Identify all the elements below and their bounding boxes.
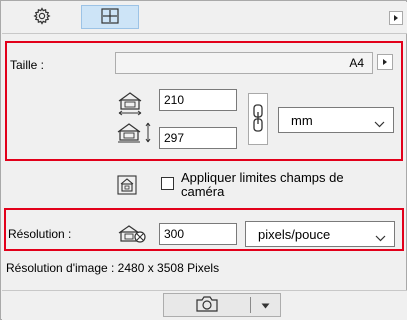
width-value: 210 [164,93,185,107]
capture-split-button [163,293,281,317]
tab-settings[interactable] [13,5,71,29]
resolution-input[interactable]: 300 [159,223,237,245]
gear-icon [33,6,51,28]
proportions-link-button[interactable] [248,93,268,145]
resolution-label: Résolution : [8,227,72,241]
triangle-down-icon [261,298,270,312]
image-resolution-info: Résolution d'image : 2480 x 3508 Pixels [6,261,220,275]
camera-limits-label: Appliquer limites champs de caméra [181,171,401,199]
resolution-icon [115,221,149,245]
size-unit-value: mm [291,112,313,128]
size-preset-menu-button[interactable] [377,54,393,70]
chain-link-icon [251,103,265,136]
capture-button[interactable] [164,294,250,316]
height-value: 297 [164,131,185,145]
chevron-down-icon [375,230,386,245]
export-settings-panel: Taille : A4 210 297 mm Appliquer limites… [0,0,407,320]
height-icon [115,118,155,146]
camera-icon [195,295,219,316]
resolution-unit-value: pixels/pouce [258,226,331,242]
height-input[interactable]: 297 [159,127,237,149]
size-label: Taille : [10,58,45,72]
resolution-value: 300 [164,227,185,241]
size-preset-value: A4 [349,56,364,70]
size-unit-select[interactable]: mm [278,107,394,133]
triangle-right-icon [381,55,389,69]
camera-limits-label-line2: caméra [181,184,225,199]
triangle-right-icon [392,11,400,25]
chevron-down-icon [374,116,385,131]
tab-frame[interactable] [81,5,139,29]
panel-menu-button[interactable] [389,11,403,25]
frame-crosshair-icon [100,7,120,28]
resolution-unit-select[interactable]: pixels/pouce [245,221,395,247]
camera-limits-icon [115,173,139,197]
size-preset-field[interactable]: A4 [115,52,373,74]
width-input[interactable]: 210 [159,89,237,111]
camera-limits-checkbox[interactable] [161,177,174,190]
width-icon [115,89,145,117]
camera-limits-label-line1: Appliquer limites champs de [181,170,344,185]
capture-options-dropdown[interactable] [251,294,280,316]
